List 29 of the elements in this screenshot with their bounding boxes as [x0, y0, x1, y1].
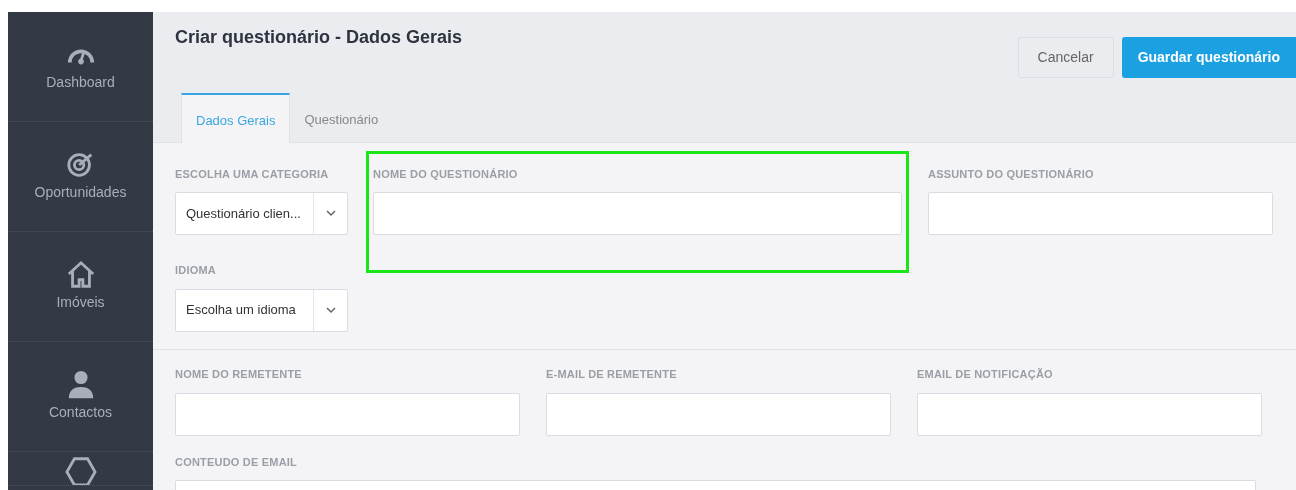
field-label: E-MAIL DE REMETENTE [546, 367, 678, 382]
page-title: Criar questionário - Dados Gerais [175, 27, 463, 49]
input-field[interactable] [175, 392, 520, 436]
input-field[interactable] [928, 192, 1273, 236]
field-label: NOME DO REMETENTE [175, 367, 303, 382]
dropdown[interactable]: Escolha um idioma [175, 288, 348, 332]
chevron-down-icon [325, 210, 336, 218]
tab[interactable]: Questionário [290, 93, 393, 142]
input-field[interactable] [373, 192, 902, 236]
field-label: IDIOMA [175, 263, 217, 279]
dropdown-value: Escolha um idioma [185, 301, 297, 320]
sidebar-label[interactable]: Oportunidades [34, 182, 127, 203]
save-button[interactable]: Guardar questionário [1121, 37, 1296, 78]
input-field[interactable] [546, 392, 891, 436]
field-label: NOME DO QUESTIONÁRIO [373, 166, 519, 182]
field-label: ASSUNTO DO QUESTIONÁRIO [928, 166, 1095, 182]
chevron-down-icon [325, 306, 336, 314]
dropdown-value: Questionário clien... [185, 204, 302, 223]
input-field[interactable] [917, 392, 1262, 436]
sidebar-label[interactable]: Contactos [48, 402, 112, 423]
field-label: ESCOLHA UMA CATEGORIA [175, 166, 330, 182]
cancel-button[interactable]: Cancelar [1017, 37, 1114, 78]
field-label: CONTEUDO DE EMAIL [175, 454, 298, 470]
dropdown[interactable]: Questionário clien... [175, 192, 348, 236]
sidebar-label[interactable]: Dashboard [46, 72, 115, 93]
hexagon-icon[interactable] [63, 455, 98, 485]
text-area[interactable] [175, 480, 1256, 490]
sidebar-label[interactable]: Imóveis [56, 292, 105, 313]
field-label: EMAIL DE NOTIFICAÇÃO [917, 367, 1054, 382]
